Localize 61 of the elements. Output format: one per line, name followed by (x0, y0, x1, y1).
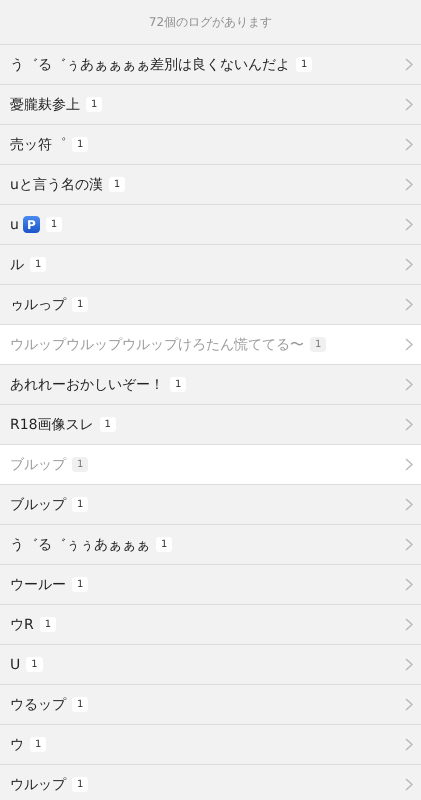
count-badge: 1 (100, 417, 116, 432)
log-title: ウR (10, 616, 34, 634)
count-badge: 1 (26, 657, 43, 672)
log-title: ウルップウルップウルップけろたん慌ててる〜 (10, 336, 304, 354)
chevron-right-icon (405, 498, 413, 511)
count-badge: 1 (72, 777, 88, 792)
log-title: ブルップ (10, 456, 66, 474)
count-badge: 1 (72, 497, 88, 512)
log-title: ル (10, 256, 24, 274)
count-badge: 1 (46, 217, 62, 232)
chevron-right-icon (405, 298, 413, 311)
chevron-right-icon (405, 378, 413, 391)
log-title: ウるップ (10, 696, 66, 714)
log-title: ウールー (10, 576, 66, 594)
log-title: ウルップ (10, 776, 66, 794)
log-row[interactable]: ウルップウルップウルップけろたん慌ててる〜 1 (0, 325, 421, 365)
chevron-right-icon (405, 738, 413, 751)
log-count: 72個のログがあります (148, 14, 272, 30)
log-title: U (10, 656, 20, 672)
chevron-right-icon (405, 258, 413, 271)
chevron-right-icon (405, 458, 413, 471)
chevron-right-icon (405, 418, 413, 431)
count-badge: 1 (30, 257, 46, 272)
count-badge: 1 (156, 537, 172, 552)
chevron-right-icon (405, 178, 413, 191)
chevron-right-icon (405, 218, 413, 231)
chevron-right-icon (405, 338, 413, 351)
log-title: uと言う名の漢 (10, 176, 103, 194)
log-title: あれれーおかしいぞー！ (10, 376, 164, 394)
chevron-right-icon (405, 138, 413, 151)
count-badge: 1 (30, 737, 46, 752)
count-badge: 1 (170, 377, 186, 392)
log-title: 憂朧麸参上 (10, 96, 80, 114)
log-row[interactable]: ブルップ 1 (0, 445, 421, 485)
log-title: ウ (10, 736, 24, 754)
log-title: ゥルっプ (10, 296, 66, 314)
count-badge: 1 (72, 137, 88, 152)
count-badge: 1 (72, 297, 88, 312)
log-title: う゛る゛ぅあぁぁぁぁ差別は良くないんだよ (10, 56, 290, 74)
chevron-right-icon (405, 98, 413, 111)
log-title: う゛る゛ぅぅあぁぁぁ (10, 536, 150, 554)
log-title: R18画像スレ (10, 416, 94, 434)
chevron-right-icon (405, 778, 413, 791)
count-badge: 1 (296, 57, 312, 72)
log-title: 売ッ符゜ (10, 136, 66, 154)
chevron-right-icon (405, 578, 413, 591)
count-badge: 1 (72, 577, 88, 592)
count-badge: 1 (310, 337, 326, 352)
count-badge: 1 (40, 617, 56, 632)
parking-icon: P (22, 216, 40, 233)
count-badge: 1 (72, 697, 88, 712)
log-title: ブルップ (10, 496, 66, 514)
chevron-right-icon (405, 698, 413, 711)
chevron-right-icon (405, 658, 413, 671)
count-badge: 1 (72, 457, 88, 472)
chevron-right-icon (405, 58, 413, 71)
count-badge: 1 (86, 97, 102, 112)
log-title: u (10, 216, 19, 232)
count-badge: 1 (108, 177, 126, 192)
chevron-right-icon (405, 538, 413, 551)
chevron-right-icon (405, 618, 413, 631)
